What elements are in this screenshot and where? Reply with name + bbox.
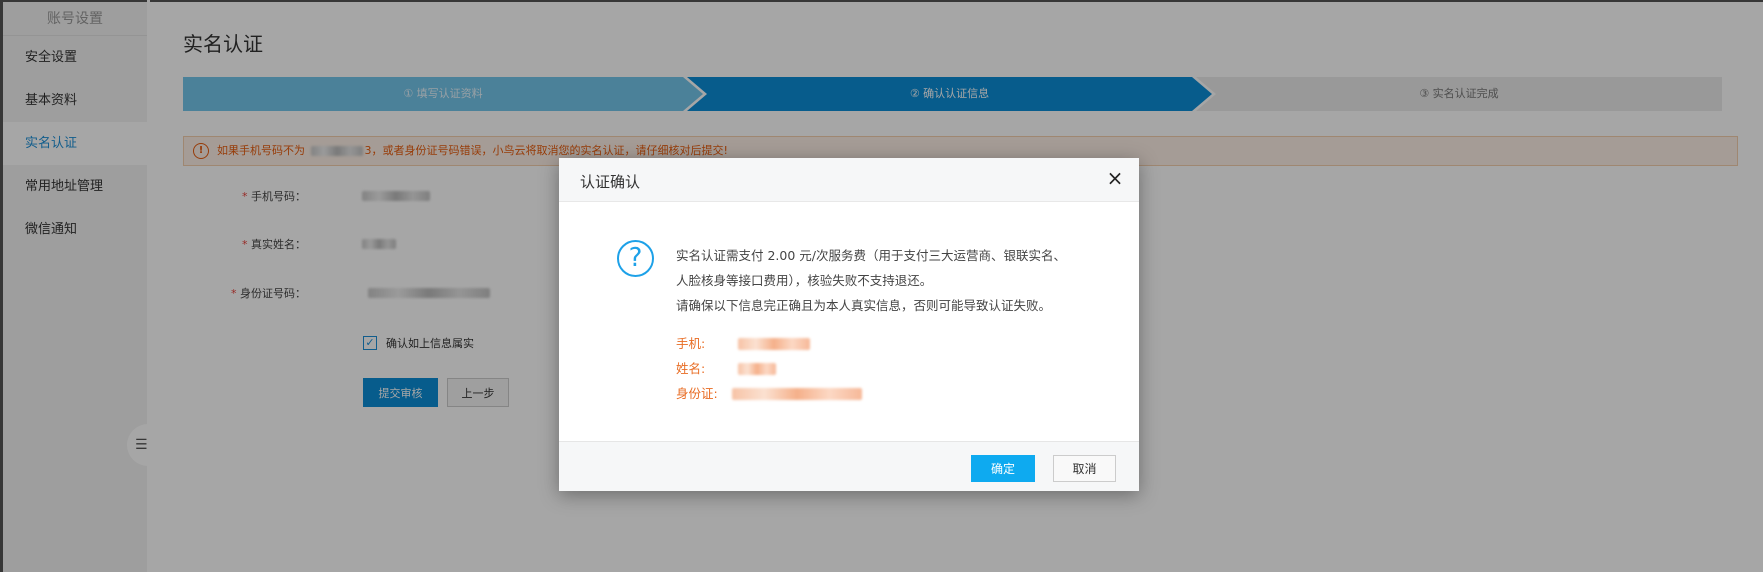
ok-button[interactable]: 确定: [971, 455, 1035, 482]
info-name: 姓名:: [676, 356, 862, 381]
redacted-name: [738, 362, 776, 375]
close-icon[interactable]: ×: [1105, 168, 1125, 189]
redacted-phone: [738, 337, 810, 350]
cancel-button[interactable]: 取消: [1053, 455, 1116, 482]
desc-line-2: 人脸核身等接口费用），核验失败不支持退还。: [676, 273, 933, 288]
desc-line-3: 请确保以下信息完正确且为本人真实信息，否则可能导致认证失败。: [676, 298, 1052, 313]
confirm-modal: 认证确认 × ? 实名认证需支付 2.00 元/次服务费（用于支付三大运营商、银…: [559, 158, 1139, 491]
modal-body: ? 实名认证需支付 2.00 元/次服务费（用于支付三大运营商、银联实名、 人脸…: [559, 203, 1139, 441]
desc-line-1: 实名认证需支付 2.00 元/次服务费（用于支付三大运营商、银联实名、: [676, 248, 1066, 263]
modal-title: 认证确认: [580, 173, 641, 191]
app: 账号设置 安全设置 基本资料 实名认证 常用地址管理 微信通知 实名认证 ① 填…: [0, 0, 1763, 572]
question-circle-icon: ?: [617, 240, 654, 277]
info-id: 身份证:: [676, 381, 862, 406]
redacted-id: [732, 387, 862, 400]
modal-info: 手机: 姓名: 身份证:: [676, 331, 862, 406]
modal-footer: 确定 取消: [559, 441, 1139, 491]
modal-description: 实名认证需支付 2.00 元/次服务费（用于支付三大运营商、银联实名、 人脸核身…: [676, 243, 1116, 318]
modal-header: 认证确认 ×: [559, 158, 1139, 202]
info-phone: 手机:: [676, 331, 862, 356]
